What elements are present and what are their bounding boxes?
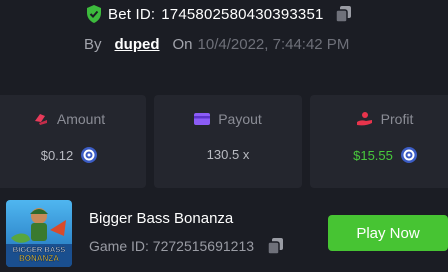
thumb-title-line2: BONANZA bbox=[19, 254, 59, 263]
amount-label: Amount bbox=[56, 111, 106, 127]
on-label: On bbox=[172, 36, 193, 53]
game-art-image: BIGGER BASS BONANZA bbox=[6, 200, 72, 267]
copy-icon[interactable] bbox=[268, 238, 284, 254]
game-thumbnail[interactable]: BIGGER BASS BONANZA bbox=[6, 200, 72, 267]
payout-value: 130.5 x bbox=[206, 147, 250, 162]
copy-icon[interactable] bbox=[335, 6, 351, 22]
bet-id-row: Bet ID: 1745802580430393351 bbox=[86, 5, 351, 23]
bet-stats: Amount $0.12 Payout 130.5 x Profit $15.5… bbox=[0, 95, 448, 188]
play-now-button[interactable]: Play Now bbox=[328, 215, 448, 251]
currency-coin-icon bbox=[400, 147, 417, 163]
game-title[interactable]: Bigger Bass Bonanza bbox=[89, 210, 233, 227]
hand-coin-icon bbox=[356, 112, 372, 126]
game-id-label: Game ID: bbox=[89, 238, 149, 254]
stat-amount: Amount $0.12 bbox=[0, 95, 146, 188]
thumb-title-line1: BIGGER BASS bbox=[13, 245, 66, 254]
stat-payout: Payout 130.5 x bbox=[154, 95, 302, 188]
game-bar: BIGGER BASS BONANZA Bigger Bass Bonanza … bbox=[0, 194, 448, 272]
bet-chips-icon bbox=[34, 114, 47, 125]
shield-check-icon bbox=[87, 5, 101, 23]
bet-id-label: Bet ID: bbox=[108, 5, 156, 23]
profit-value: $15.55 bbox=[353, 147, 393, 163]
payout-label: Payout bbox=[218, 111, 262, 127]
by-label: By bbox=[84, 36, 102, 53]
stat-profit: Profit $15.55 bbox=[310, 95, 448, 188]
game-id-value: 7272515691213 bbox=[152, 238, 255, 254]
card-icon bbox=[194, 113, 211, 125]
currency-coin-icon bbox=[81, 147, 98, 163]
amount-value: $0.12 bbox=[40, 147, 74, 163]
bet-meta-row: By duped On 10/4/2022, 7:44:42 PM bbox=[84, 36, 349, 53]
bet-date: 10/4/2022, 7:44:42 PM bbox=[197, 36, 350, 53]
bet-id-value: 1745802580430393351 bbox=[161, 5, 324, 23]
profit-label: Profit bbox=[380, 111, 414, 127]
game-id-row: Game ID: 7272515691213 bbox=[89, 238, 284, 254]
user-link[interactable]: duped bbox=[115, 36, 160, 53]
